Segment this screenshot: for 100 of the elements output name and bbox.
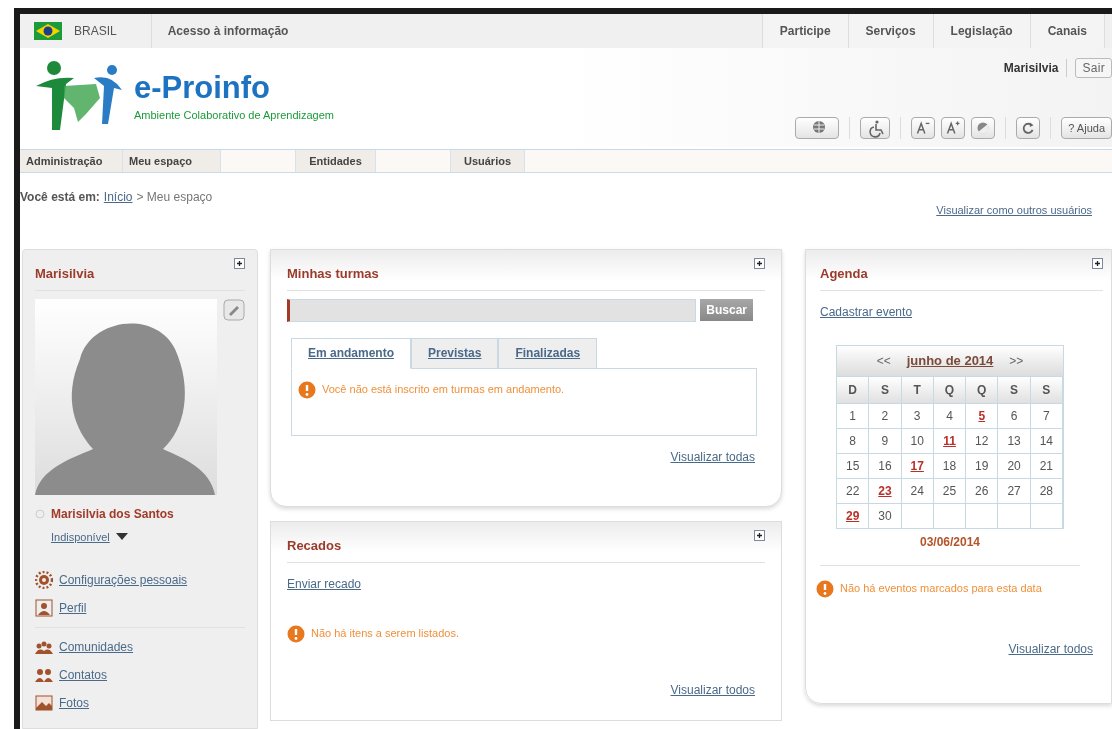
panel-title: Agenda [820,265,868,283]
sidebar-link[interactable]: Contatos [59,666,108,684]
edit-photo-icon [223,298,245,321]
expand-icon [754,530,765,541]
site-title: e-Proinfo [134,71,272,103]
weekday-header: S [869,375,902,403]
menu-item[interactable]: Usuários [451,150,525,172]
view-as-link[interactable]: Visualizar como outros usuários [936,201,1092,219]
top-link[interactable]: Canais [1029,14,1104,48]
weekday-header: S [998,375,1031,403]
top-link[interactable]: Acesso à informação [151,14,305,48]
panel-title: Recados [287,537,342,555]
decrease-font-button[interactable] [911,117,936,140]
warning-icon [298,380,316,399]
calendar-day[interactable]: 12 [966,427,999,453]
breadcrumb-label: Você está em: [20,188,100,206]
calendar-day[interactable]: 2 [869,402,902,428]
calendar-day[interactable]: 24 [901,477,934,503]
calendar-day[interactable]: 22 [837,477,870,503]
weekday-header: Q [966,375,999,403]
calendar-day[interactable]: 27 [998,477,1031,503]
calendar-day[interactable]: 5 [966,402,999,428]
view-all-link[interactable]: Visualizar todas [670,447,755,466]
two-people-icon [35,666,53,684]
calendar-day[interactable]: 6 [998,402,1031,428]
help-button[interactable]: ? Ajuda [1061,117,1112,140]
warning-message: Não há itens a serem listados. [311,626,459,642]
menu-item[interactable]: Administração [20,150,123,172]
photo-icon [35,694,53,712]
warning-message: Você não está inscrito em turmas em andamento. [322,382,565,398]
top-link[interactable]: Participe [761,14,848,48]
calendar-day[interactable]: 1 [837,402,870,428]
increase-font-button[interactable] [941,117,966,140]
sidebar-link[interactable]: Configurações pessoais [59,571,188,589]
expand-icon [1092,258,1103,269]
warning-icon [816,579,834,598]
calendar-day[interactable]: 15 [837,452,870,478]
panel-title: Marisilvia [35,265,95,283]
tab[interactable]: Finalizadas [498,337,598,369]
calendar-day[interactable]: 14 [1030,427,1063,453]
brazil-flag-icon [34,22,62,40]
calendar-day[interactable]: 18 [933,452,967,478]
calendar-day[interactable]: 26 [966,477,999,503]
expand-icon [754,258,765,269]
selected-date: 03/06/2014 [919,533,981,551]
user-name: Marisilvia [1003,59,1068,77]
menu-item[interactable]: Meu espaço [123,150,221,172]
caret-icon [115,532,128,541]
panel-title: Minhas turmas [287,265,379,283]
calendar-day[interactable]: 8 [837,427,870,453]
view-all-link[interactable]: Visualizar todos [670,680,755,699]
calendar-day[interactable]: 23 [869,477,902,503]
accessibility-button[interactable] [860,117,891,140]
calendar-day[interactable]: 13 [998,427,1031,453]
calendar-day[interactable]: 21 [1030,452,1063,478]
calendar-day[interactable]: 4 [933,402,967,428]
menu-item[interactable]: Entidades [296,150,376,172]
expand-icon [234,258,245,269]
calendar-day[interactable]: 17 [901,452,934,478]
logout-button[interactable]: Sair [1075,58,1112,78]
send-message-link[interactable]: Enviar recado [287,576,362,591]
calendar-day[interactable]: 28 [1030,477,1063,503]
month-title: junho de 2014 [906,351,994,370]
warning-message: Não há eventos marcados para esta data [840,581,1042,597]
view-all-link[interactable]: Visualizar todos [1008,639,1093,658]
sidebar-link[interactable]: Perfil [59,599,87,617]
sidebar-link[interactable]: Comunidades [59,638,134,656]
next-month-button[interactable]: >> [1009,351,1024,370]
calendar-day[interactable]: 10 [901,427,934,453]
add-event-link[interactable]: Cadastrar evento [820,304,913,319]
breadcrumb-text: > Meu espaço [136,188,213,206]
language-button[interactable] [795,117,840,140]
status-dropdown[interactable]: Indisponível [51,528,128,545]
calendar-day[interactable]: 30 [869,502,902,528]
search-field[interactable] [287,298,697,322]
calendar-day[interactable]: 11 [933,427,967,453]
calendar-day[interactable]: 3 [901,402,934,428]
calendar-day[interactable]: 19 [966,452,999,478]
previous-month-button[interactable]: << [876,351,891,370]
refresh-button[interactable] [1016,117,1041,140]
user-full-name: Marisilvia dos Santos [51,505,174,523]
top-link[interactable]: Legislação [932,14,1030,48]
calendar-day[interactable]: 7 [1030,402,1063,428]
weekday-header: D [837,375,870,403]
calendar-day[interactable]: 20 [998,452,1031,478]
calendar-day[interactable]: 29 [837,502,870,528]
country-label: BRASIL [74,23,117,40]
contrast-button[interactable] [971,117,996,140]
breadcrumb-link[interactable]: Início [103,187,133,206]
sidebar-link[interactable]: Fotos [59,694,89,712]
site-subtitle: Ambiente Colaborativo de Aprendizagem [134,107,334,123]
tab[interactable]: Previstas [411,337,499,369]
portrait-icon [35,599,53,617]
calendar-day[interactable]: 16 [869,452,902,478]
calendar-day[interactable]: 9 [869,427,902,453]
warning-icon [287,624,305,643]
calendar-day[interactable]: 25 [933,477,967,503]
gear-icon [35,571,53,589]
top-link[interactable]: Serviços [847,14,933,48]
tab[interactable]: Em andamento [291,337,411,369]
